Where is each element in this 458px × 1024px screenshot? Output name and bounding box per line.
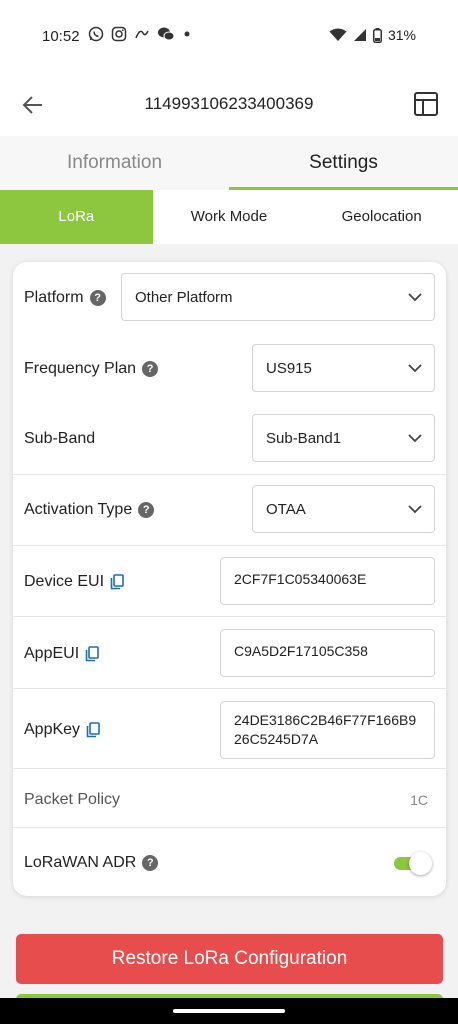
instagram-icon xyxy=(111,26,127,42)
copy-icon[interactable] xyxy=(85,646,99,662)
battery-percent: 31% xyxy=(387,27,416,43)
app-key-row: AppKey 24DE3186C2B46F77F166B926C5245D7A xyxy=(13,688,446,768)
wechat-icon xyxy=(158,27,175,41)
battery-icon xyxy=(372,27,382,43)
subtab-lora[interactable]: LoRa xyxy=(0,190,153,244)
sub-band-select[interactable]: Sub-Band1 xyxy=(252,414,435,462)
sub-band-row: Sub-Band Sub-Band1 xyxy=(13,404,446,474)
cell-signal-icon xyxy=(353,29,366,41)
help-icon[interactable]: ? xyxy=(138,502,155,518)
platform-row: Platform ? Other Platform xyxy=(13,262,446,334)
frequency-plan-row: Frequency Plan ? US915 xyxy=(13,334,446,404)
lorawan-adr-toggle[interactable] xyxy=(394,852,432,875)
lora-settings-card: Platform ? Other Platform Frequency Plan… xyxy=(13,262,446,896)
main-tabs: Information Settings xyxy=(0,136,458,190)
chevron-down-icon xyxy=(408,505,422,514)
copy-icon[interactable] xyxy=(86,722,100,738)
device-eui-row: Device EUI 2CF7F1C05340063E xyxy=(13,545,446,616)
app-bar: 114993106233400369 xyxy=(0,72,458,136)
app-eui-field[interactable]: C9A5D2F17105C358 xyxy=(220,629,435,677)
chevron-down-icon xyxy=(408,364,422,373)
frequency-plan-select[interactable]: US915 xyxy=(252,344,435,392)
system-icons: 31% xyxy=(329,27,416,43)
restore-lora-config-button[interactable]: Restore LoRa Configuration xyxy=(16,934,443,984)
help-icon[interactable]: ? xyxy=(89,290,106,306)
packet-policy-row[interactable]: Packet Policy 1C xyxy=(13,768,446,827)
toggle-thumb xyxy=(409,852,432,875)
wifi-icon xyxy=(329,28,347,41)
platform-label: Platform ? xyxy=(24,289,106,307)
device-eui-label: Device EUI xyxy=(24,573,124,591)
platform-select[interactable]: Other Platform xyxy=(121,273,435,321)
packet-policy-label: Packet Policy xyxy=(24,791,121,808)
sub-band-label: Sub-Band xyxy=(24,430,96,447)
page-title: 114993106233400369 xyxy=(144,94,314,113)
app-key-field[interactable]: 24DE3186C2B46F77F166B926C5245D7A xyxy=(220,701,435,759)
copy-icon[interactable] xyxy=(110,574,124,590)
app-eui-label: AppEUI xyxy=(24,645,99,663)
device-eui-field[interactable]: 2CF7F1C05340063E xyxy=(220,557,435,605)
pinned-link-icon xyxy=(135,30,149,39)
system-nav-bar xyxy=(0,998,458,1024)
lorawan-adr-label: LoRaWAN ADR ? xyxy=(24,854,159,872)
tab-information[interactable]: Information xyxy=(0,136,229,190)
help-icon[interactable]: ? xyxy=(142,855,159,871)
app-eui-row: AppEUI C9A5D2F17105C358 xyxy=(13,616,446,688)
activation-type-row: Activation Type ? OTAA xyxy=(13,474,446,545)
whatsapp-icon xyxy=(88,26,104,42)
chevron-down-icon xyxy=(408,293,422,302)
layout-icon[interactable] xyxy=(412,90,440,118)
subtab-work-mode[interactable]: Work Mode xyxy=(153,190,306,244)
activation-type-label: Activation Type ? xyxy=(24,501,155,519)
lorawan-adr-row: LoRaWAN ADR ? xyxy=(13,827,446,896)
tab-settings[interactable]: Settings xyxy=(229,136,458,190)
app-key-label: AppKey xyxy=(24,721,100,739)
dot-icon xyxy=(184,31,190,37)
help-icon[interactable]: ? xyxy=(142,361,159,377)
chevron-down-icon xyxy=(408,434,422,443)
sub-tabs: LoRa Work Mode Geolocation xyxy=(0,190,458,244)
notification-icons xyxy=(88,26,192,42)
frequency-plan-label: Frequency Plan ? xyxy=(24,360,159,378)
status-time: 10:52 xyxy=(42,28,80,45)
activation-type-select[interactable]: OTAA xyxy=(252,485,435,533)
home-gesture-pill[interactable] xyxy=(173,1009,285,1013)
packet-policy-value: 1C xyxy=(410,792,428,808)
status-bar: 10:52 31% xyxy=(0,0,458,72)
subtab-geolocation[interactable]: Geolocation xyxy=(305,190,458,244)
